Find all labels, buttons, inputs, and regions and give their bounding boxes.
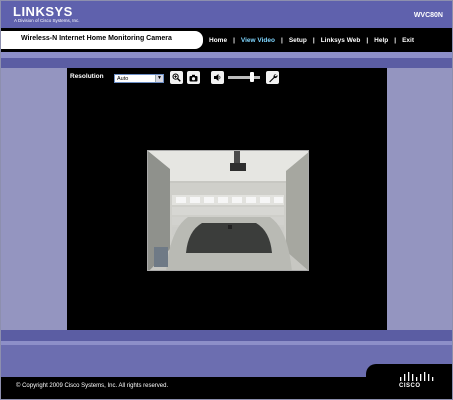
page-title: Wireless-N Internet Home Monitoring Came…: [21, 35, 172, 42]
volume-slider-thumb[interactable]: [250, 72, 254, 82]
nav-setup[interactable]: Setup: [283, 37, 313, 44]
nav-exit[interactable]: Exit: [396, 37, 420, 44]
settings-button[interactable]: [266, 71, 279, 84]
main-nav: Home | View Video | Setup | Linksys Web …: [203, 28, 420, 52]
right-panel: [387, 68, 452, 330]
app-window: LINKSYS A Division of Cisco Systems, Inc…: [0, 0, 453, 400]
wrench-icon: [268, 73, 278, 82]
divider-strip: [1, 58, 452, 68]
nav-view-video[interactable]: View Video: [235, 37, 281, 44]
snapshot-button[interactable]: [187, 71, 200, 84]
camera-icon: [189, 74, 198, 81]
linksys-logo: LINKSYS: [13, 4, 73, 19]
nav-linksys-web[interactable]: Linksys Web: [315, 37, 367, 44]
resolution-label: Resolution: [70, 73, 104, 80]
left-panel: [1, 68, 67, 330]
magnifier-plus-icon: [172, 73, 181, 82]
header: LINKSYS A Division of Cisco Systems, Inc…: [1, 1, 452, 28]
model-name: WVC80N: [413, 12, 443, 19]
bottom-strip: [1, 330, 452, 341]
nav-help[interactable]: Help: [368, 37, 394, 44]
zoom-button[interactable]: [170, 71, 183, 84]
nav-home[interactable]: Home: [203, 37, 233, 44]
cisco-logo-area: [366, 364, 452, 399]
camera-feed: [147, 150, 309, 271]
cisco-logo-text: CISCO: [399, 383, 421, 389]
resolution-value: Auto: [117, 76, 129, 82]
copyright-text: © Copyright 2009 Cisco Systems, Inc. All…: [16, 383, 169, 389]
logo-subtitle: A Division of Cisco Systems, Inc.: [14, 18, 80, 23]
speaker-icon: [214, 74, 221, 81]
volume-slider-track[interactable]: [228, 76, 260, 79]
volume-button[interactable]: [211, 71, 224, 84]
chevron-down-icon: ▼: [155, 75, 163, 82]
camera-feed-image: [148, 151, 308, 270]
resolution-select[interactable]: Auto ▼: [114, 74, 164, 83]
